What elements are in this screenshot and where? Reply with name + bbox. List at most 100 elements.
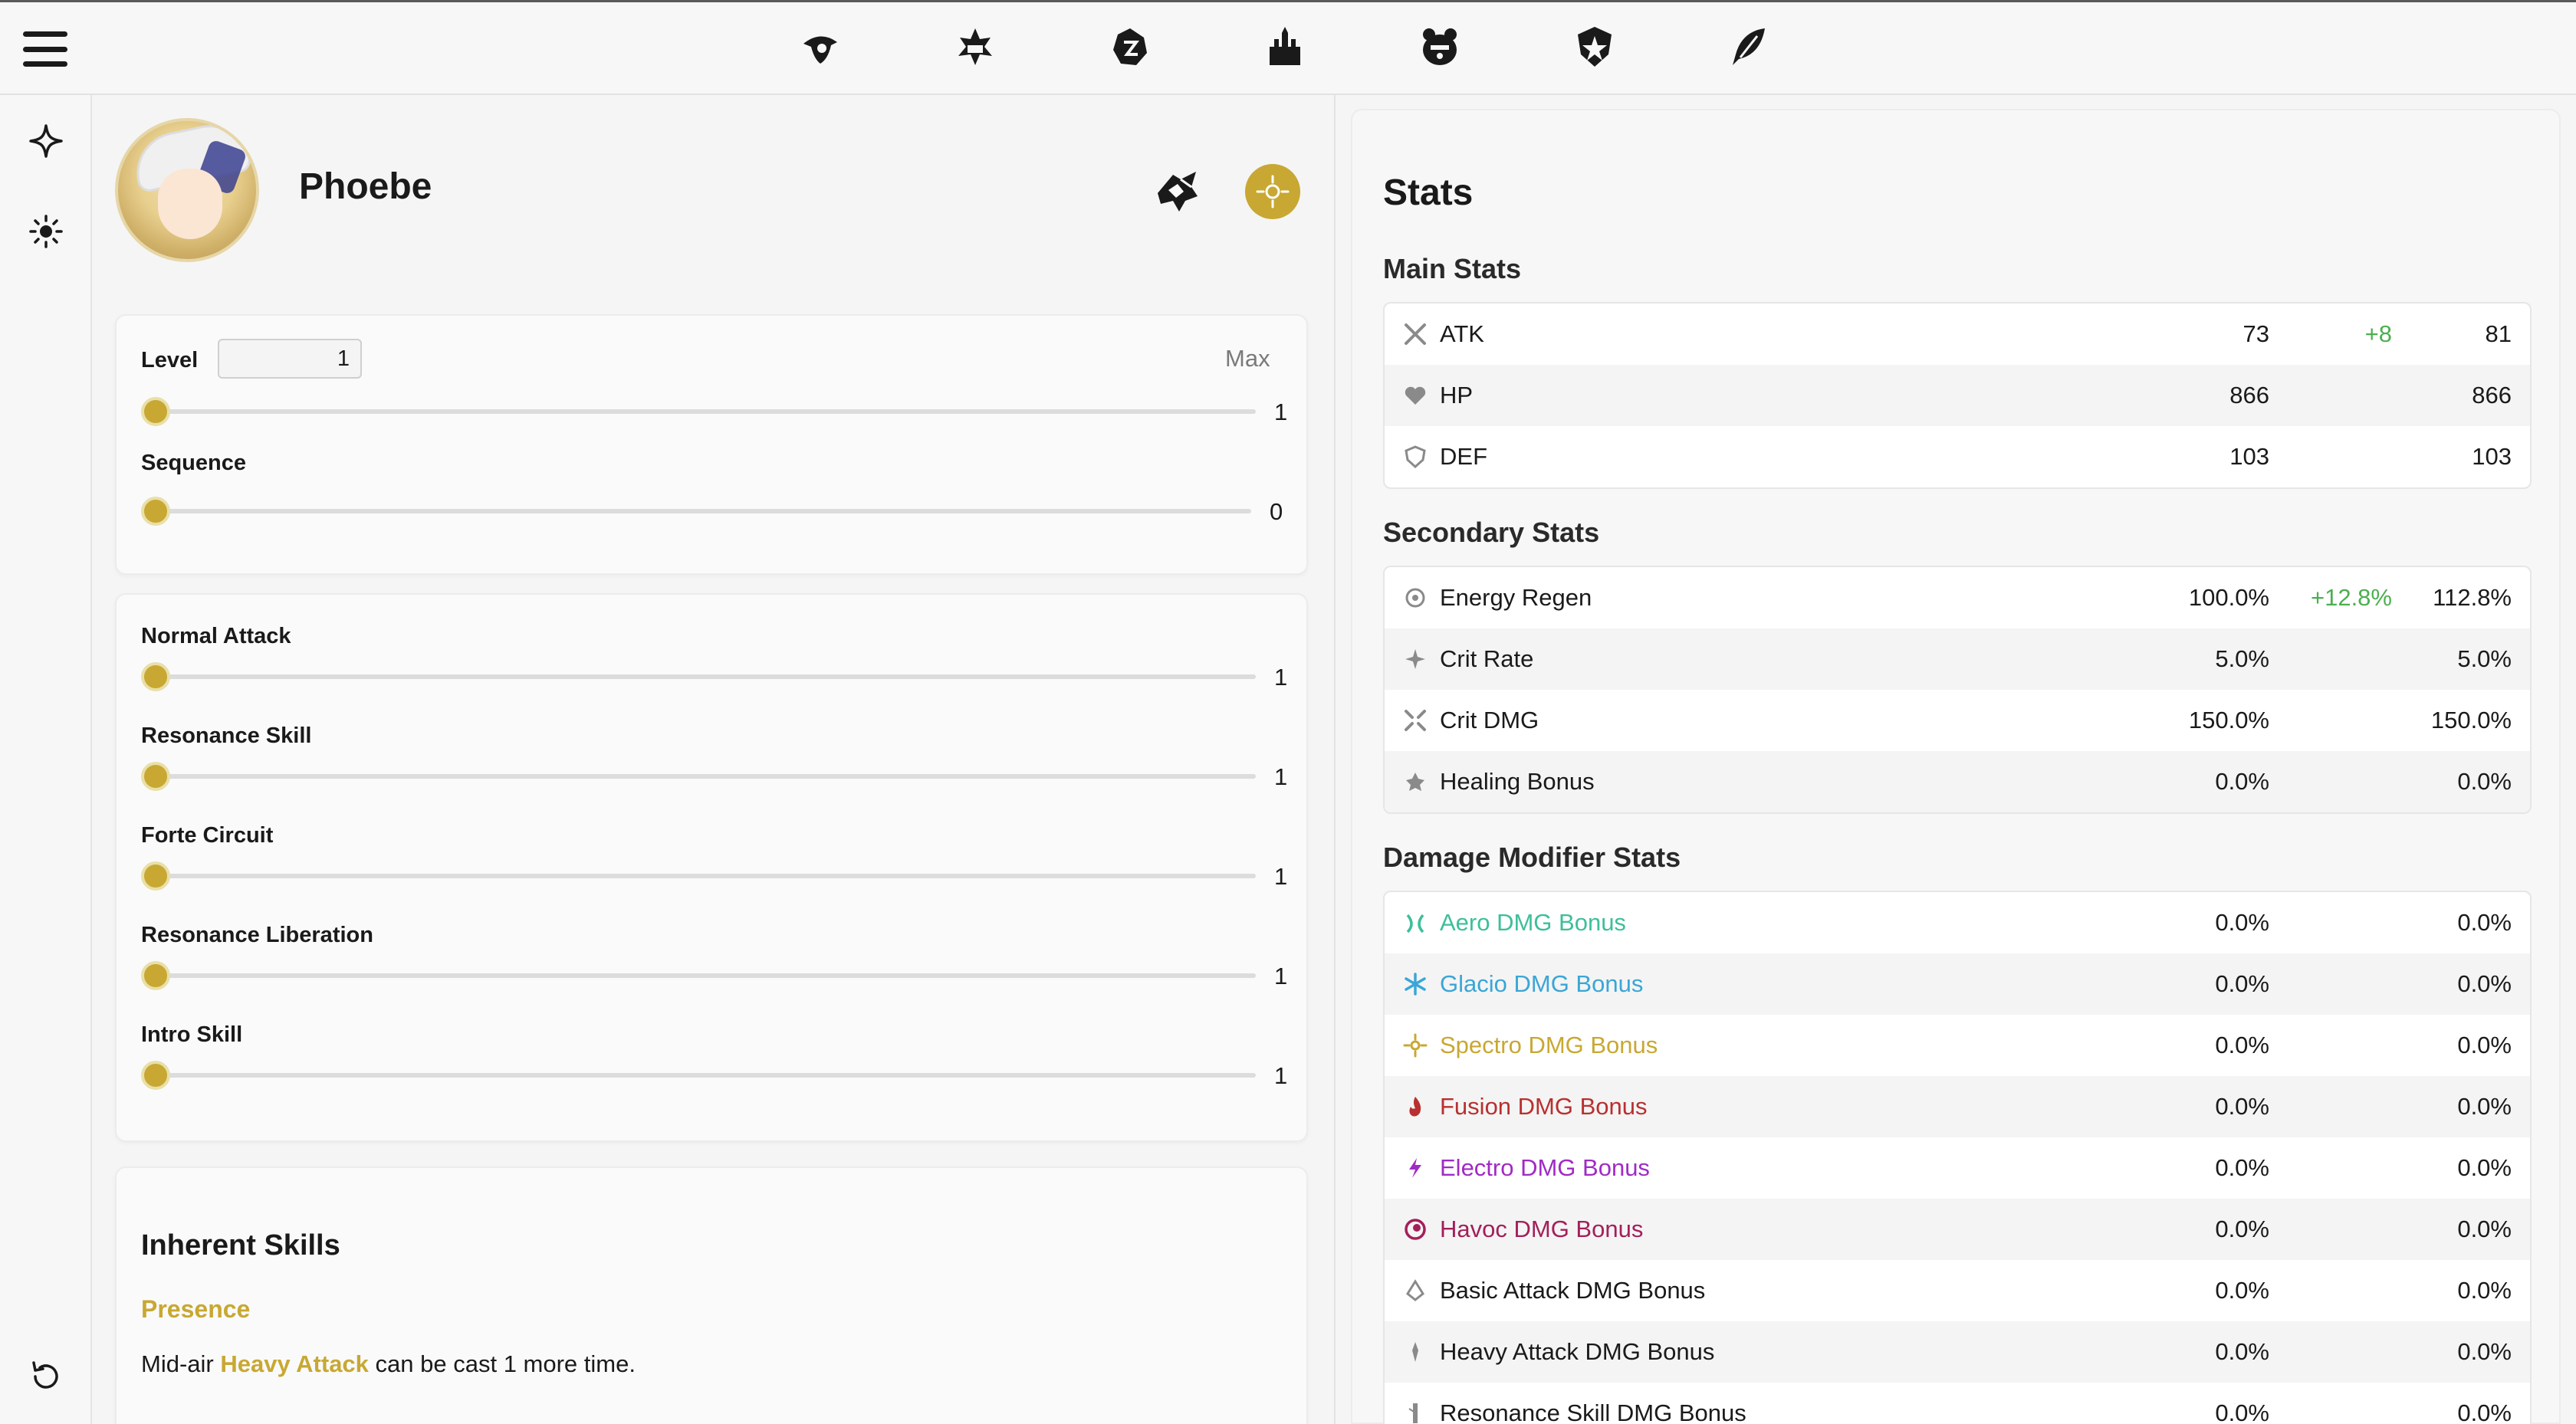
sequence-label: Sequence (141, 451, 246, 475)
stat-total-value: 150.0% (2430, 707, 2512, 733)
stat-name: Fusion DMG Bonus (1440, 1093, 1648, 1120)
stat-row: Aero DMG Bonus 0.0% 0.0% (1385, 892, 2530, 953)
nav-weapons-icon[interactable] (952, 24, 998, 70)
skill-value: 1 (1274, 863, 1288, 890)
reset-icon[interactable] (23, 1353, 69, 1399)
resonance-skill-icon (1403, 1401, 1428, 1424)
level-sequence-card: Level Max 1 Sequence 0 (115, 314, 1308, 575)
intro-skill-slider-thumb[interactable] (141, 1061, 170, 1090)
stat-base-value: 0.0% (2215, 1154, 2269, 1181)
stat-total-value: 0.0% (2457, 970, 2512, 997)
character-panel: Phoebe Level Max 1 Sequence 0 Normal Att… (92, 95, 1334, 1424)
skill-value: 1 (1274, 763, 1288, 790)
stat-row: Heavy Attack DMG Bonus 0.0% 0.0% (1385, 1321, 2530, 1383)
left-rail (0, 95, 92, 1424)
stat-base-value: 103 (2229, 443, 2269, 470)
top-navigation-bar (0, 0, 2576, 95)
stat-base-value: 150.0% (2188, 707, 2269, 733)
sequence-slider-track[interactable] (156, 509, 1251, 513)
skill-slider-track[interactable] (156, 1073, 1256, 1078)
stat-name: Havoc DMG Bonus (1440, 1216, 1644, 1242)
sequence-slider-value: 0 (1270, 498, 1283, 525)
stat-total-value: 103 (2472, 443, 2512, 470)
stat-total-value: 0.0% (2457, 1032, 2512, 1058)
forte-circuit-slider-thumb[interactable] (141, 861, 170, 891)
resonance-skill-slider-thumb[interactable] (141, 762, 170, 791)
stat-base-value: 0.0% (2215, 1216, 2269, 1242)
stat-name: HP (1440, 382, 1474, 408)
skill-label: Forte Circuit (141, 823, 274, 848)
nav-bear-icon[interactable] (1417, 24, 1463, 70)
nav-feather-icon[interactable] (1727, 24, 1773, 70)
stat-total-value: 0.0% (2457, 1338, 2512, 1365)
theme-sun-icon[interactable] (23, 208, 69, 254)
stat-name: Healing Bonus (1440, 768, 1595, 795)
stat-base-value: 0.0% (2215, 1277, 2269, 1304)
stat-name: Basic Attack DMG Bonus (1440, 1277, 1706, 1304)
stat-total-value: 0.0% (2457, 1399, 2512, 1424)
stat-base-value: 0.0% (2215, 1093, 2269, 1120)
stat-name: Spectro DMG Bonus (1440, 1032, 1658, 1058)
stats-panel: Stats Main Stats ATK 73 +8 81 HP 866 866 DEF 103… (1351, 109, 2561, 1424)
hp-icon (1403, 383, 1428, 408)
nav-echoes-icon[interactable] (1107, 24, 1153, 70)
stat-name: Crit DMG (1440, 707, 1539, 733)
glacio-icon (1403, 972, 1428, 996)
stat-base-value: 73 (2242, 320, 2269, 347)
skill-slider-track[interactable] (156, 973, 1256, 978)
level-slider-track[interactable] (156, 409, 1256, 414)
skill-slider-track[interactable] (156, 774, 1256, 779)
sequence-slider-thumb[interactable] (141, 497, 170, 526)
healing-icon (1403, 769, 1428, 794)
stat-total-value: 0.0% (2457, 768, 2512, 795)
skill-value: 1 (1274, 664, 1288, 691)
energy-regen-icon (1403, 586, 1428, 610)
level-input[interactable] (218, 339, 362, 379)
crit-dmg-icon (1403, 708, 1428, 733)
stat-name: Glacio DMG Bonus (1440, 970, 1644, 997)
stat-total-value: 5.0% (2457, 645, 2512, 672)
stat-total-value: 0.0% (2457, 1216, 2512, 1242)
weapon-type-icon[interactable] (1150, 164, 1205, 219)
spectro-element-icon[interactable] (1245, 164, 1300, 219)
sparkle-icon[interactable] (23, 118, 69, 164)
stat-row: Fusion DMG Bonus 0.0% 0.0% (1385, 1076, 2530, 1137)
main-stats-title: Main Stats (1383, 253, 1522, 284)
character-name: Phoebe (299, 166, 432, 207)
menu-icon[interactable] (23, 31, 67, 67)
inherent-skill-name: Presence (141, 1295, 251, 1323)
stat-name: DEF (1440, 443, 1487, 470)
inherent-skills-card: Inherent Skills Presence Mid-air Heavy A… (115, 1166, 1308, 1424)
stat-base-value: 0.0% (2215, 970, 2269, 997)
nav-shield-icon[interactable] (1572, 24, 1618, 70)
stat-row: Electro DMG Bonus 0.0% 0.0% (1385, 1137, 2530, 1199)
stat-total-value: 0.0% (2457, 1093, 2512, 1120)
character-avatar[interactable] (115, 118, 259, 262)
stat-row: HP 866 866 (1385, 365, 2530, 426)
stat-row: Glacio DMG Bonus 0.0% 0.0% (1385, 953, 2530, 1015)
level-slider-thumb[interactable] (141, 397, 170, 426)
max-level-button[interactable]: Max (1225, 345, 1270, 372)
stat-row: Crit Rate 5.0% 5.0% (1385, 628, 2530, 690)
stat-bonus-value: +8 (2364, 320, 2392, 347)
resonance-liberation-slider-thumb[interactable] (141, 961, 170, 990)
normal-attack-slider-thumb[interactable] (141, 662, 170, 691)
basic-attack-icon (1403, 1278, 1428, 1303)
nav-castle-icon[interactable] (1262, 24, 1308, 70)
inherent-skill-description: Mid-air Heavy Attack can be cast 1 more … (141, 1350, 636, 1378)
secondary-stats-title: Secondary Stats (1383, 517, 1600, 548)
atk-icon (1403, 322, 1428, 346)
stat-row: Resonance Skill DMG Bonus 0.0% 0.0% (1385, 1383, 2530, 1424)
skill-slider-track[interactable] (156, 674, 1256, 679)
skill-value: 1 (1274, 1062, 1288, 1089)
stat-row: Havoc DMG Bonus 0.0% 0.0% (1385, 1199, 2530, 1260)
spectro-icon (1403, 1033, 1428, 1058)
skill-slider-track[interactable] (156, 874, 1256, 878)
stat-name: Crit Rate (1440, 645, 1534, 672)
stat-base-value: 0.0% (2215, 768, 2269, 795)
stat-row: DEF 103 103 (1385, 426, 2530, 487)
stat-base-value: 100.0% (2188, 584, 2269, 611)
def-icon (1403, 445, 1428, 469)
nav-characters-icon[interactable] (797, 24, 843, 70)
secondary-stats-table: Energy Regen 100.0% +12.8% 112.8% Crit Rate 5… (1383, 566, 2532, 814)
